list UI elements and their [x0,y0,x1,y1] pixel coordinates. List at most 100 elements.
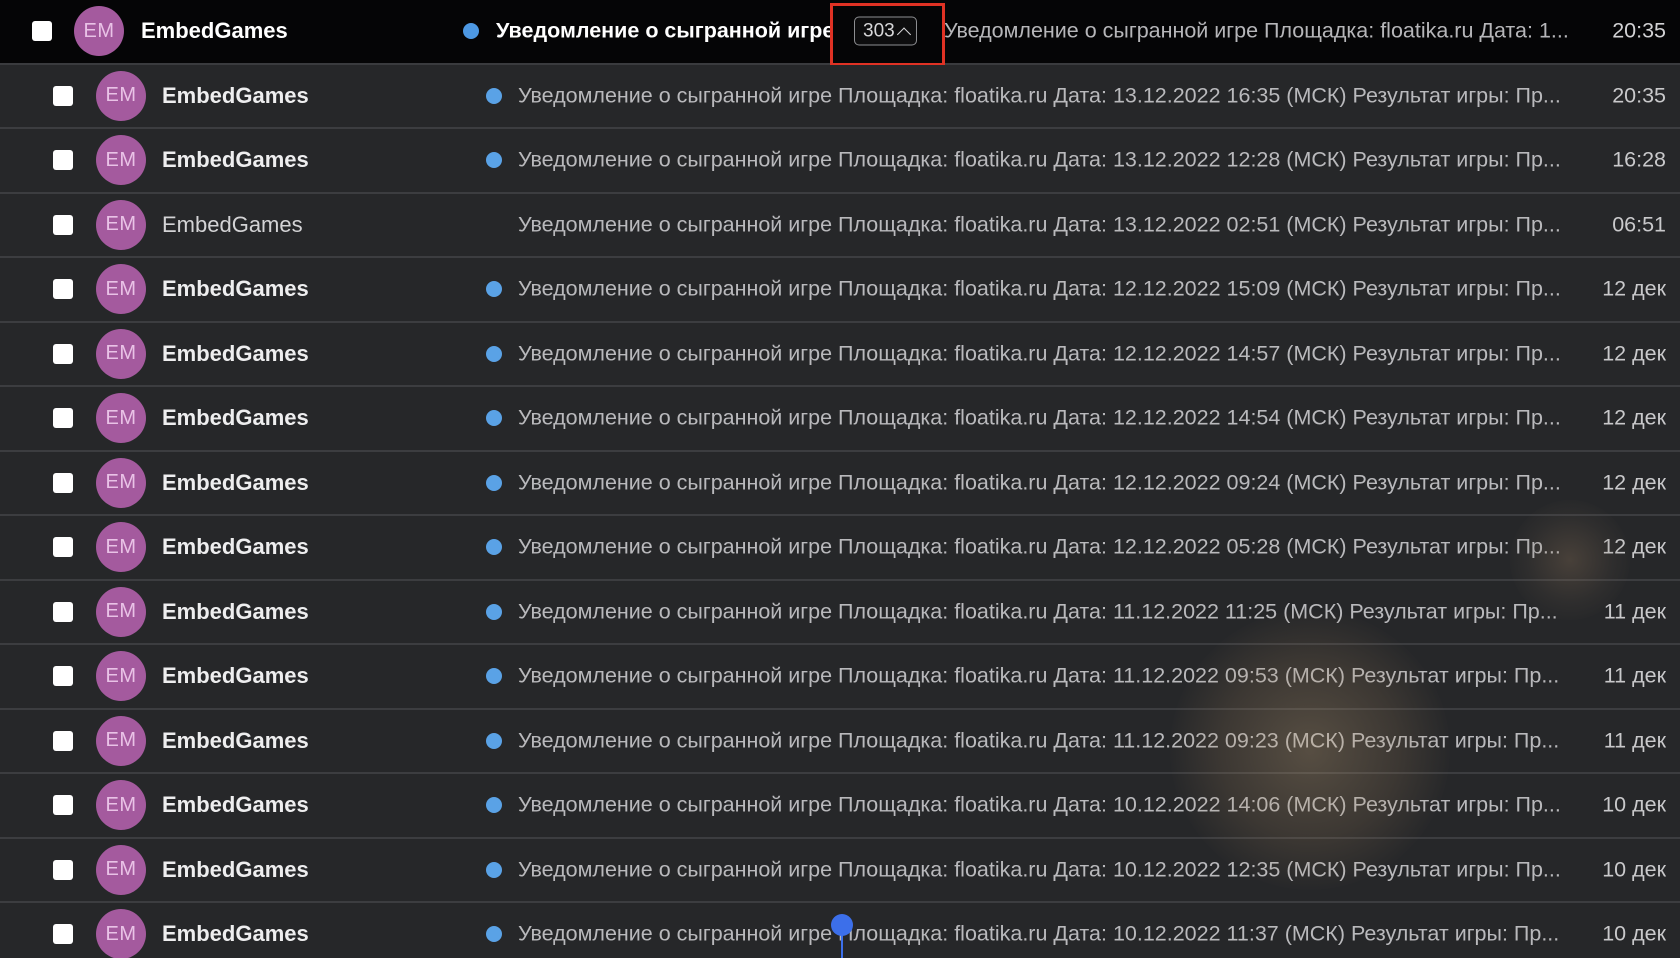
chevron-up-icon [896,27,911,42]
sender-name: EmbedGames [162,82,309,108]
message-preview: Уведомление о сыгранной игре Площадка: f… [518,276,1561,301]
message-time: 20:35 [1612,83,1666,108]
avatar: EM [96,586,146,637]
select-checkbox[interactable] [53,924,73,945]
sender-name: EmbedGames [162,340,309,366]
avatar: EM [96,522,146,573]
unread-dot-icon[interactable] [486,603,502,620]
message-preview: Уведомление о сыгранной игре Площадка: f… [518,534,1561,559]
unread-dot-icon[interactable] [486,539,502,556]
message-preview: Уведомление о сыгранной игре Площадка: f… [944,18,1569,43]
message-preview: Уведомление о сыгранной игре Площадка: f… [518,792,1561,817]
select-checkbox[interactable] [53,666,73,687]
message-row[interactable]: EM EmbedGames Уведомление о сыгранной иг… [0,387,1680,452]
sender-name: EmbedGames [162,276,309,302]
unread-dot-icon[interactable] [486,87,502,104]
thread-row[interactable]: EM EmbedGames Уведомление о сыгранной иг… [0,0,1680,66]
message-row[interactable]: EM EmbedGames Уведомление о сыгранной иг… [0,451,1680,516]
message-row[interactable]: EM EmbedGames Уведомление о сыгранной иг… [0,258,1680,323]
select-checkbox[interactable] [53,537,73,558]
select-checkbox[interactable] [53,795,73,816]
select-checkbox[interactable] [53,859,73,880]
message-preview: Уведомление о сыгранной игре Площадка: f… [518,212,1561,237]
message-time: 16:28 [1612,147,1666,172]
message-row[interactable]: EM EmbedGames Уведомление о сыгранной иг… [0,709,1680,774]
message-time: 20:35 [1612,18,1666,43]
unread-dot-icon[interactable] [486,152,502,169]
avatar: EM [96,135,146,186]
avatar: EM [96,780,146,831]
message-row[interactable]: EM EmbedGames Уведомление о сыгранной иг… [0,645,1680,710]
select-checkbox[interactable] [53,343,73,364]
message-preview: Уведомление о сыгранной игре Площадка: f… [518,341,1561,366]
avatar: EM [96,844,146,895]
unread-dot-icon[interactable] [486,668,502,685]
message-time: 12 дек [1602,470,1666,495]
message-row[interactable]: EM EmbedGames Уведомление о сыгранной иг… [0,64,1680,129]
unread-dot-icon[interactable] [486,926,502,943]
avatar: EM [96,393,146,444]
select-checkbox[interactable] [53,214,73,235]
message-preview: Уведомление о сыгранной игре Площадка: f… [518,470,1561,495]
email-list: EM EmbedGames Уведомление о сыгранной иг… [0,0,1680,958]
select-checkbox[interactable] [53,472,73,493]
message-time: 10 дек [1602,792,1666,817]
message-preview: Уведомление о сыгранной игре Площадка: f… [518,857,1561,882]
thread-count: 303 [863,20,895,42]
unread-dot-icon[interactable] [486,474,502,491]
message-row[interactable]: EM EmbedGames Уведомление о сыгранной иг… [0,516,1680,581]
select-checkbox[interactable] [53,730,73,751]
sender-name: EmbedGames [162,469,309,495]
sender-name: EmbedGames [162,727,309,753]
unread-dot-icon[interactable] [486,797,502,814]
avatar: EM [74,6,124,57]
message-time: 11 дек [1603,599,1666,624]
avatar: EM [96,715,146,766]
message-time: 12 дек [1602,405,1666,430]
select-checkbox[interactable] [53,279,73,300]
unread-dot-icon[interactable] [463,23,479,40]
message-time: 11 дек [1603,663,1666,688]
sender-name: EmbedGames [162,792,309,818]
message-row[interactable]: EM EmbedGames Уведомление о сыгранной иг… [0,193,1680,258]
message-row[interactable]: EM EmbedGames Уведомление о сыгранной иг… [0,580,1680,645]
message-preview: Уведомление о сыгранной игре Площадка: f… [518,83,1561,108]
select-checkbox[interactable] [53,601,73,622]
select-checkbox[interactable] [32,21,52,42]
unread-dot-icon[interactable] [486,732,502,749]
sender-name: EmbedGames [141,18,288,44]
select-checkbox[interactable] [53,408,73,429]
avatar: EM [96,328,146,379]
sender-name: EmbedGames [162,663,309,689]
unread-dot-icon[interactable] [486,410,502,427]
message-preview: Уведомление о сыгранной игре Площадка: f… [518,663,1560,688]
message-time: 12 дек [1602,534,1666,559]
avatar: EM [96,651,146,702]
sender-name: EmbedGames [162,598,309,624]
select-checkbox[interactable] [53,85,73,106]
avatar: EM [96,909,146,958]
sender-name: EmbedGames [162,921,309,947]
message-preview: Уведомление о сыгранной игре Площадка: f… [518,921,1560,946]
sender-name: EmbedGames [162,856,309,882]
unread-dot-icon[interactable] [486,861,502,878]
avatar: EM [96,199,146,250]
select-checkbox[interactable] [53,150,73,171]
unread-dot-icon[interactable] [486,281,502,298]
unread-dot-icon[interactable] [486,345,502,362]
thread-count-button[interactable]: 303 [854,16,917,46]
message-preview: Уведомление о сыгранной игре Площадка: f… [518,147,1561,172]
message-row[interactable]: EM EmbedGames Уведомление о сыгранной иг… [0,903,1680,958]
message-row[interactable]: EM EmbedGames Уведомление о сыгранной иг… [0,838,1680,903]
message-time: 10 дек [1602,921,1666,946]
message-row[interactable]: EM EmbedGames Уведомление о сыгранной иг… [0,129,1680,194]
message-row[interactable]: EM EmbedGames Уведомление о сыгранной иг… [0,774,1680,839]
message-time: 11 дек [1603,728,1666,753]
message-time: 10 дек [1602,857,1666,882]
thread-subject: Уведомление о сыгранной игре [496,18,832,43]
avatar: EM [96,264,146,315]
message-row[interactable]: EM EmbedGames Уведомление о сыгранной иг… [0,322,1680,387]
message-preview: Уведомление о сыгранной игре Площадка: f… [518,728,1560,753]
message-time: 12 дек [1602,276,1666,301]
sender-name: EmbedGames [162,534,309,560]
